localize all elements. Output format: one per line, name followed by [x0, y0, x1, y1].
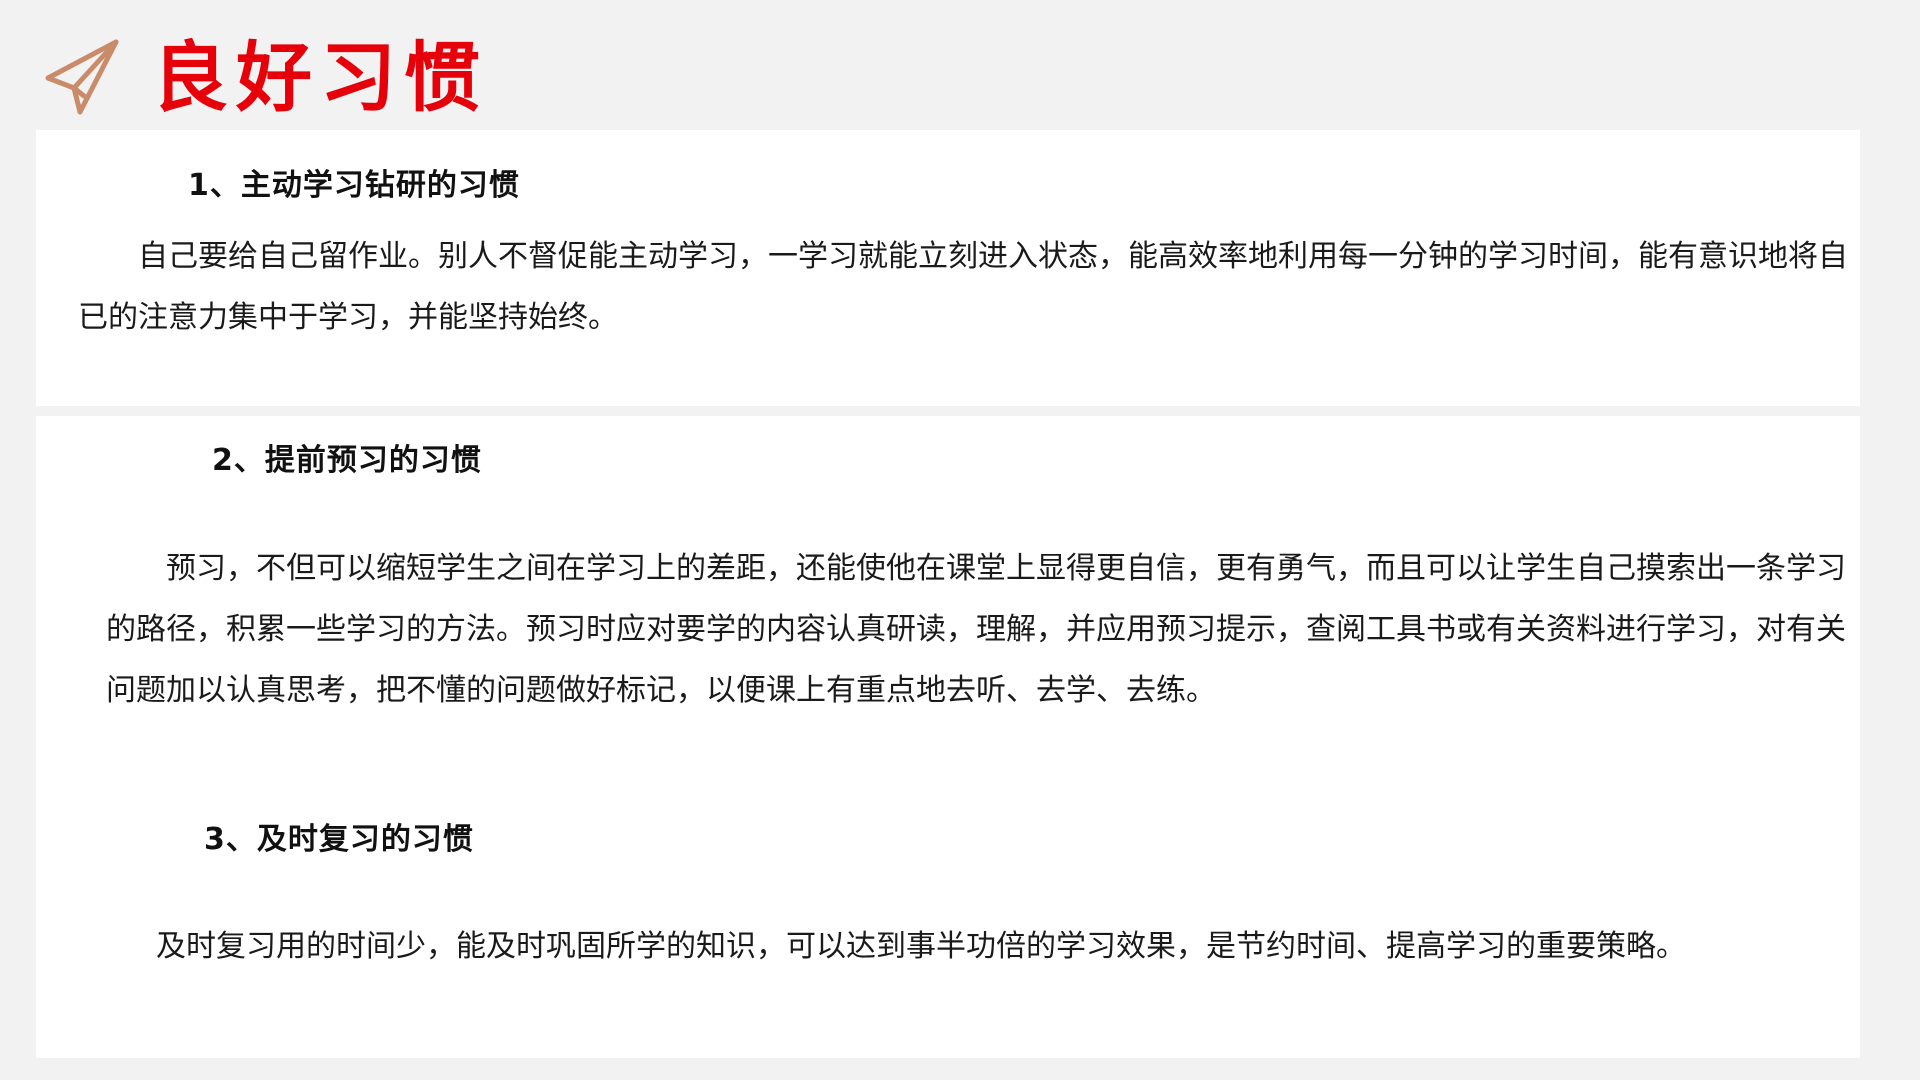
section-body-2: 预习，不但可以缩短学生之间在学习上的差距，还能使他在课堂上显得更自信，更有勇气，… — [106, 551, 1846, 708]
paper-plane-icon — [44, 36, 120, 120]
section-panel-2: 2、提前预习的习惯 预习，不但可以缩短学生之间在学习上的差距，还能使他在课堂上显… — [36, 416, 1860, 1058]
section-heading-3: 3、及时复习的习惯 — [204, 822, 474, 857]
section-heading-1: 1、主动学习钻研的习惯 — [188, 168, 520, 203]
section-body-3: 及时复习用的时间少，能及时巩固所学的知识，可以达到事半功倍的学习效果，是节约时间… — [156, 929, 1686, 964]
section-heading-2: 2、提前预习的习惯 — [212, 443, 482, 478]
title-bar: 良好习惯 — [44, 30, 488, 126]
section-panel-1: 1、主动学习钻研的习惯 自己要给自己留作业。别人不督促能主动学习，一学习就能立刻… — [36, 130, 1860, 406]
page-title: 良好习惯 — [152, 33, 488, 122]
section-body-1: 自己要给自己留作业。别人不督促能主动学习，一学习就能立刻进入状态，能高效率地利用… — [78, 239, 1848, 335]
